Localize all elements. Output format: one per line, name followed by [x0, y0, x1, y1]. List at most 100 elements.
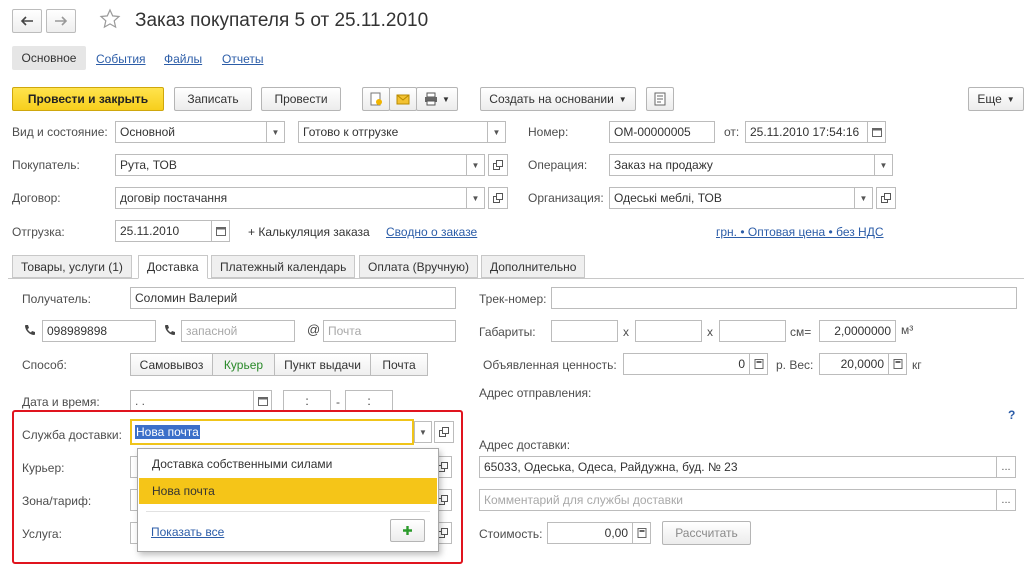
method-label: Способ:: [22, 358, 67, 372]
open-window-icon: [493, 160, 503, 170]
open-window-icon: [439, 427, 449, 437]
contract-field[interactable]: договір постачання: [115, 187, 467, 209]
help-icon[interactable]: ?: [1008, 408, 1015, 422]
courier-label: Курьер:: [22, 461, 65, 475]
post-button[interactable]: Провести: [261, 87, 341, 111]
height-field[interactable]: [719, 320, 786, 342]
email-field[interactable]: Почта: [323, 320, 456, 342]
contract-dropdown-button[interactable]: ▼: [467, 187, 485, 209]
declared-value-calc-button[interactable]: [750, 353, 768, 375]
organization-label: Организация:: [528, 191, 604, 205]
kind-state-label: Вид и состояние:: [12, 125, 108, 139]
create-based-on-button[interactable]: Создать на основании ▼: [480, 87, 636, 111]
organization-dropdown-button[interactable]: ▼: [855, 187, 873, 209]
recipient-label: Получатель:: [22, 292, 91, 306]
doc-flow-button[interactable]: [362, 87, 390, 111]
post-and-close-button[interactable]: Провести и закрыть: [12, 87, 164, 111]
nav-tab-main[interactable]: Основное: [12, 46, 86, 70]
organization-field[interactable]: Одеські меблі, ТОВ: [609, 187, 855, 209]
order-summary-link[interactable]: Сводно о заказе: [386, 225, 477, 239]
customer-open-button[interactable]: [488, 154, 508, 176]
price-settings-link[interactable]: грн. • Оптовая цена • без НДС: [716, 225, 884, 239]
doc-date-calendar-button[interactable]: [868, 121, 886, 143]
nav-tab-reports[interactable]: Отчеты: [222, 52, 263, 66]
calculation-toggle[interactable]: + Калькуляция заказа: [248, 225, 370, 239]
forward-button[interactable]: [46, 9, 76, 33]
chevron-down-icon: ▼: [442, 94, 450, 104]
phone-icon: [25, 325, 35, 335]
tab-payment-calendar[interactable]: Платежный календарь: [211, 255, 356, 278]
chevron-down-icon: ▼: [471, 193, 480, 203]
shipment-calendar-button[interactable]: [212, 220, 230, 242]
tab-additional[interactable]: Дополнительно: [481, 255, 586, 278]
report-button[interactable]: [646, 87, 674, 111]
nav-tab-files[interactable]: Файлы: [164, 52, 202, 66]
declared-value-field[interactable]: 0: [623, 353, 750, 375]
weight-calc-button[interactable]: [889, 353, 907, 375]
dropdown-option[interactable]: Доставка собственными силами: [139, 453, 437, 475]
add-new-button[interactable]: [390, 519, 425, 542]
state-field[interactable]: Готово к отгрузке: [298, 121, 488, 143]
report-icon: [654, 92, 666, 106]
kind-field[interactable]: Основной: [115, 121, 267, 143]
state-dropdown-button[interactable]: ▼: [488, 121, 506, 143]
from-address-label: Адрес отправления:: [479, 386, 592, 400]
tab-payment-manual[interactable]: Оплата (Вручную): [359, 255, 479, 278]
to-address-field[interactable]: 65033, Одеська, Одеса, Райдужна, буд. № …: [479, 456, 997, 478]
operation-field[interactable]: Заказ на продажу: [609, 154, 875, 176]
shipment-date-field[interactable]: 25.11.2010: [115, 220, 212, 242]
track-number-field[interactable]: [551, 287, 1017, 309]
favorite-star-icon[interactable]: [99, 8, 123, 32]
comment-expand-button[interactable]: ...: [996, 489, 1016, 511]
at-sign-icon: @: [307, 322, 321, 337]
tab-delivery[interactable]: Доставка: [138, 255, 208, 279]
doc-date-field[interactable]: 25.11.2010 17:54:16: [745, 121, 868, 143]
delivery-service-dropdown-button[interactable]: ▼: [414, 421, 432, 443]
chevron-down-icon: ▼: [271, 127, 280, 137]
method-pickup[interactable]: Самовывоз: [130, 353, 213, 376]
chevron-down-icon: ▼: [492, 127, 501, 137]
save-button[interactable]: Записать: [174, 87, 252, 111]
delivery-service-field[interactable]: Нова почта: [130, 419, 414, 445]
customer-dropdown-button[interactable]: ▼: [467, 154, 485, 176]
volume-field[interactable]: 2,0000000: [819, 320, 896, 342]
delivery-service-open-button[interactable]: [434, 421, 454, 443]
cost-calc-button[interactable]: [633, 522, 651, 544]
method-pickup-point[interactable]: Пункт выдачи: [274, 353, 371, 376]
method-courier[interactable]: Курьер: [212, 353, 275, 376]
window-title: Заказ покупателя 5 от 25.11.2010: [135, 10, 429, 31]
length-field[interactable]: [551, 320, 618, 342]
phone-field[interactable]: 098989898: [42, 320, 156, 342]
contract-open-button[interactable]: [488, 187, 508, 209]
nav-tab-events[interactable]: События: [96, 52, 146, 66]
calculate-button[interactable]: Рассчитать: [662, 521, 751, 545]
open-window-icon: [438, 528, 448, 538]
weight-field[interactable]: 20,0000: [819, 353, 889, 375]
recipient-field[interactable]: Соломин Валерий: [130, 287, 456, 309]
courier-comment-field[interactable]: Комментарий для службы доставки: [479, 489, 997, 511]
phone-icon: [165, 325, 175, 335]
operation-dropdown-button[interactable]: ▼: [875, 154, 893, 176]
method-post[interactable]: Почта: [370, 353, 428, 376]
open-window-icon: [881, 193, 891, 203]
delivery-date-calendar-button[interactable]: [254, 390, 272, 412]
customer-field[interactable]: Рута, ТОВ: [115, 154, 467, 176]
print-button[interactable]: ▼: [416, 87, 458, 111]
organization-open-button[interactable]: [876, 187, 896, 209]
back-button[interactable]: [12, 9, 42, 33]
create-based-on-label: Создать на основании: [489, 92, 614, 106]
width-field[interactable]: [635, 320, 702, 342]
to-address-select-button[interactable]: ...: [996, 456, 1016, 478]
show-all-link[interactable]: Показать все: [151, 525, 224, 539]
delivery-date-field[interactable]: . .: [130, 390, 254, 412]
tab-goods[interactable]: Товары, услуги (1): [12, 255, 132, 278]
number-field[interactable]: ОМ-00000005: [609, 121, 715, 143]
time-to-field[interactable]: :: [345, 390, 393, 412]
dropdown-option-selected[interactable]: Нова почта: [139, 478, 437, 504]
email-button[interactable]: [389, 87, 417, 111]
cost-field[interactable]: 0,00: [547, 522, 633, 544]
more-button[interactable]: Еще ▼: [968, 87, 1024, 111]
time-from-field[interactable]: :: [283, 390, 331, 412]
backup-phone-field[interactable]: запасной: [181, 320, 295, 342]
kind-dropdown-button[interactable]: ▼: [267, 121, 285, 143]
